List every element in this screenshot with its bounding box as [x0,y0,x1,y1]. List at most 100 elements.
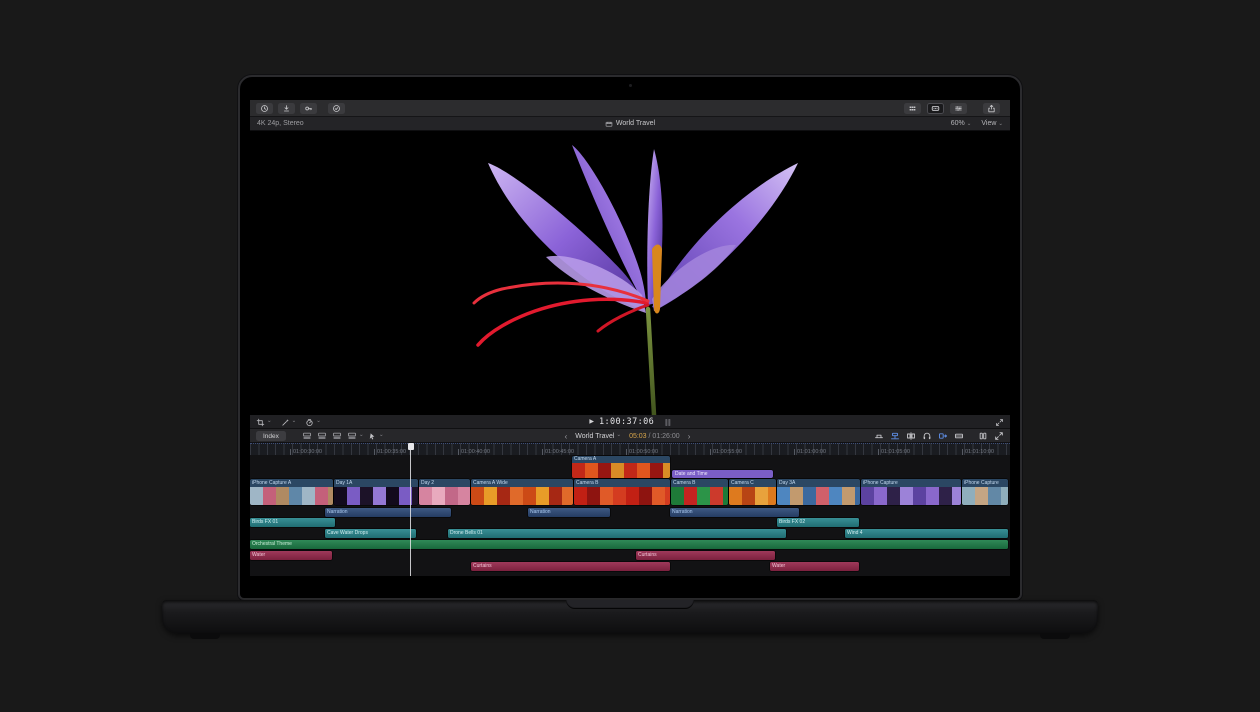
chevron-down-icon: ⌄ [316,419,321,425]
clip-appearance-button-2[interactable] [317,431,327,441]
current-timecode[interactable]: 1:00:37:06 [599,417,654,427]
clip-filmstrip-thumbnails [729,487,776,505]
storyline-clip[interactable]: iPhone Capture A [250,479,333,505]
clip-name-label: Camera A [572,456,670,463]
clip-filmstrip-thumbnails [962,487,1008,505]
audio-clip-dialogue[interactable]: Narration [325,508,451,517]
clip-appearance-button-4[interactable]: ⌄ [347,431,364,441]
toolbar-button-key[interactable] [300,103,317,114]
retime-tool-button[interactable]: ⌄ [305,418,321,427]
append-edit-icon[interactable] [938,431,948,441]
audio-clip-dialogue[interactable]: Narration [528,508,610,517]
audio-clip-effects-2[interactable]: Cave Water Drops [325,529,416,538]
viewer-display-controls: 60%⌄ View⌄ [951,120,1003,128]
audio-clip-music[interactable]: Orchestral Theme [250,540,1008,549]
viewer-tools-group: ⌄ ⌄ ⌄ [256,415,321,429]
clip-appearance-icon [317,431,327,441]
share-button[interactable] [983,103,1000,114]
clip-filmstrip-thumbnails [471,487,573,505]
viewer-info-bar: 4K 24p, Stereo World Travel 60%⌄ View⌄ [250,117,1010,131]
clip-name-label: iPhone Capture A [250,479,333,487]
connected-video-clip[interactable]: Camera A [572,456,670,478]
audio-clip-ambience-2[interactable]: Water [770,562,859,571]
zoom-fit-icon[interactable] [994,431,1004,441]
saffron-flower-image [250,131,1010,415]
clip-name-label: Camera C [729,479,776,487]
enhance-tool-button[interactable]: ⌄ [281,418,297,427]
clip-filmstrip-thumbnails [671,487,728,505]
storyline-clip[interactable]: Day 1A [334,479,418,505]
audio-only-icon[interactable] [922,431,932,441]
toolbar-button-download[interactable] [278,103,295,114]
timeline-position-readout: 05:03 / 01:26:00 [629,433,680,440]
storyline-clip[interactable]: iPhone Capture [861,479,961,505]
audio-clip-effects-2[interactable]: Drone Bells 01 [448,529,786,538]
timeline-ruler[interactable]: 01:00:30:0001:00:35:0001:00:40:0001:00:4… [250,443,1010,455]
storyline-clip[interactable]: Day 2 [419,479,470,505]
storyline-clip[interactable]: Camera C [729,479,776,505]
project-title-label: World Travel [616,120,655,127]
insert-edit-icon[interactable] [906,431,916,441]
index-button[interactable]: Index [256,431,286,441]
clip-appearance-icon [332,431,342,441]
overwrite-edit-icon[interactable] [954,431,964,441]
trim-edit-icon[interactable] [874,431,884,441]
audio-clip-effects-1[interactable]: Birds FX 01 [250,518,335,527]
chevron-down-icon: ⌄ [267,419,272,425]
playhead-handle[interactable] [408,443,414,450]
chevron-down-icon: ⌄ [616,433,621,439]
audio-clip-effects-2[interactable]: Wind 4 [845,529,1008,538]
audio-clip-ambience-1[interactable]: Curtains [636,551,775,560]
storyline-clip[interactable]: Camera B [671,479,728,505]
audio-meters-icon[interactable] [978,431,988,441]
storyline-clip[interactable]: Camera A Wide [471,479,573,505]
audio-meters-mini-icon[interactable] [665,419,671,426]
select-tool-icon [368,432,377,441]
storyline-clip[interactable]: Camera B [574,479,670,505]
transport-controls: ▶ 1:00:37:06 [589,415,670,429]
playhead[interactable] [410,443,411,576]
viewer-zoom-select[interactable]: 60%⌄ [951,120,972,128]
viewer-view-menu[interactable]: View⌄ [981,120,1003,128]
audio-clip-effects-1[interactable]: Birds FX 02 [777,518,859,527]
toolbar-button-inspector-sliders[interactable] [950,103,967,114]
toolbar-button-browser-grid[interactable] [904,103,921,114]
toolbar-button-check-circle[interactable] [328,103,345,114]
clip-appearance-icon [347,431,357,441]
audio-clip-ambience-1[interactable]: Water [250,551,332,560]
browser-grid-icon [908,104,917,113]
crop-tool-button[interactable]: ⌄ [256,418,272,427]
clip-name-label: Camera A Wide [471,479,573,487]
chevron-down-icon: ⌄ [359,433,364,439]
storyline-clip[interactable]: iPhone Capture [962,479,1008,505]
toolbar-button-filmstrip-view[interactable] [927,103,944,114]
clip-filmstrip-thumbnails [334,487,418,505]
connect-edit-icon[interactable] [890,431,900,441]
clip-name-label: Camera B [574,479,670,487]
audio-clip-dialogue[interactable]: Narration [670,508,799,517]
clip-filmstrip-thumbnails [574,487,670,505]
viewer-fullscreen-icon[interactable] [995,418,1004,427]
timeline-toolbar: Index ⌄ ⌄ ‹ World Travel⌄ 05:03 / 01:26:… [250,429,1010,443]
timeline-project-label: World Travel [575,433,614,440]
timeline-edit-buttons-group [874,429,1004,443]
select-tool-button[interactable]: ⌄ [368,429,384,443]
timeline-back-button[interactable]: ‹ [565,432,568,441]
macbook-screen: 4K 24p, Stereo World Travel 60%⌄ View⌄ [238,75,1022,600]
transport-bar: ⌄ ⌄ ⌄ ▶ 1:00:37:06 [250,415,1010,429]
clip-appearance-button-3[interactable] [332,431,342,441]
inspector-sliders-icon [954,104,963,113]
timeline-project-menu[interactable]: World Travel⌄ [575,433,621,440]
play-button[interactable]: ▶ [589,419,594,425]
clip-name-label: iPhone Capture [962,479,1008,487]
title-clip[interactable]: Date and Time [672,470,773,478]
storyline-clip[interactable]: Day 3A [777,479,860,505]
clip-appearance-button-1[interactable] [302,431,312,441]
import-media-icon [260,104,269,113]
enhance-tool-icon [281,418,290,427]
chevron-down-icon: ⌄ [967,121,972,127]
toolbar-button-import-media[interactable] [256,103,273,114]
clip-name-label: Day 2 [419,479,470,487]
audio-clip-ambience-2[interactable]: Curtains [471,562,670,571]
timeline-forward-button[interactable]: › [688,432,691,441]
